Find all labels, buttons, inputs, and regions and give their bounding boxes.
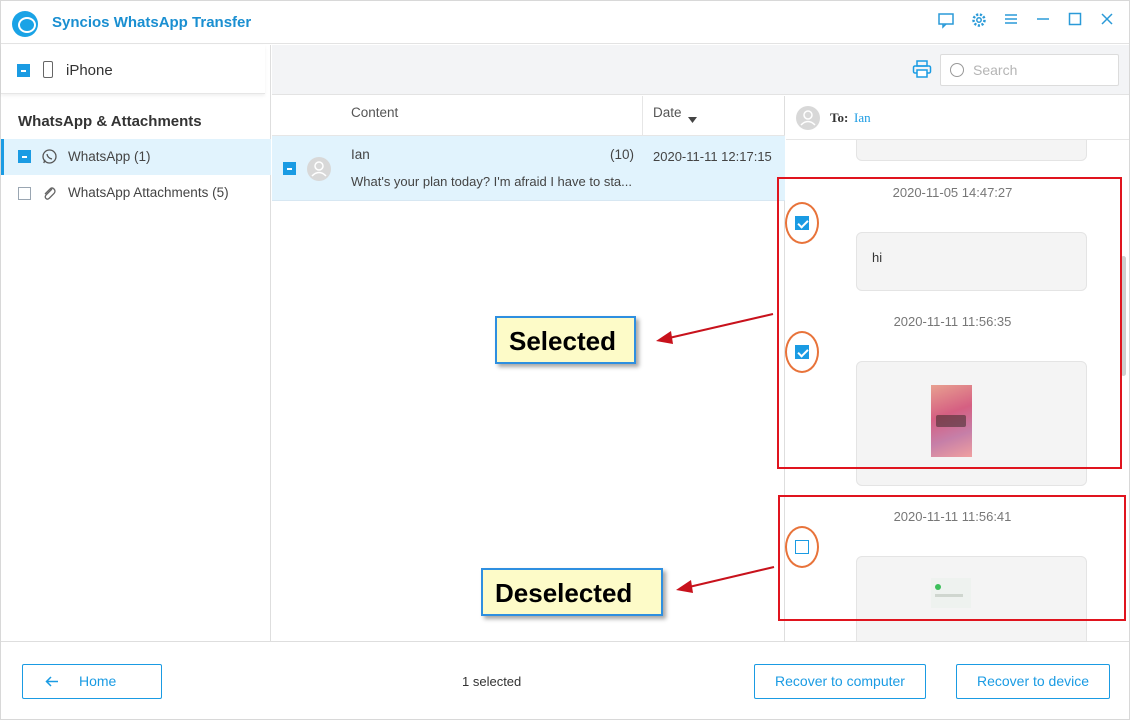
deselected-callout: Deselected <box>481 568 663 616</box>
selected-callout: Selected <box>495 316 636 364</box>
app-window: Syncios WhatsApp Transfer iPhone WhatsAp… <box>0 0 1130 720</box>
